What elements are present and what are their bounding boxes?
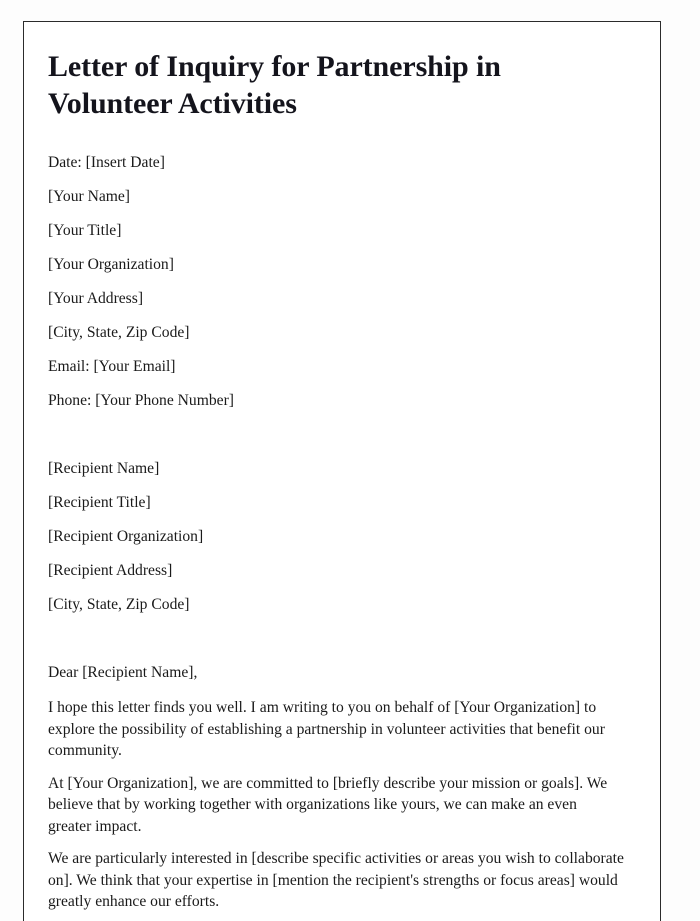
sender-line-city-state: [City, State, Zip Code] [48,324,190,341]
recipient-salutation-spacer [48,629,624,663]
sender-line-phone: Phone: [Your Phone Number] [48,392,234,409]
recipient-line-city-state: [City, State, Zip Code] [48,596,190,613]
recipient-line-organization: [Recipient Organization] [48,528,204,545]
body-paragraph-1: I hope this letter finds you well. I am … [48,699,605,759]
page-title: Letter of Inquiry for Partnership in Vol… [48,50,501,120]
document-page: Letter of Inquiry for Partnership in Vol… [23,21,661,921]
sender-line-address: [Your Address] [48,290,144,307]
sender-line-title: [Your Title] [48,222,122,239]
sender-address-block: Date: [Insert Date] [Your Name] [Your Ti… [48,153,624,410]
sender-line-email: Email: [Your Email] [48,358,176,375]
sender-line-date: Date: [Insert Date] [48,154,165,171]
recipient-address-block: [Recipient Name] [Recipient Title] [Reci… [48,459,624,614]
body-paragraph-2: At [Your Organization], we are committed… [48,774,608,835]
document-content: Letter of Inquiry for Partnership in Vol… [24,22,660,913]
recipient-line-address: [Recipient Address] [48,562,173,579]
sender-line-organization: [Your Organization] [48,256,174,273]
recipient-line-name: [Recipient Name] [48,460,160,477]
sender-recipient-spacer [48,425,624,459]
recipient-line-title: [Recipient Title] [48,494,151,511]
body-paragraph-3: We are particularly interested in [descr… [48,850,624,910]
sender-line-name: [Your Name] [48,188,131,205]
salutation: Dear [Recipient Name], [48,664,198,681]
